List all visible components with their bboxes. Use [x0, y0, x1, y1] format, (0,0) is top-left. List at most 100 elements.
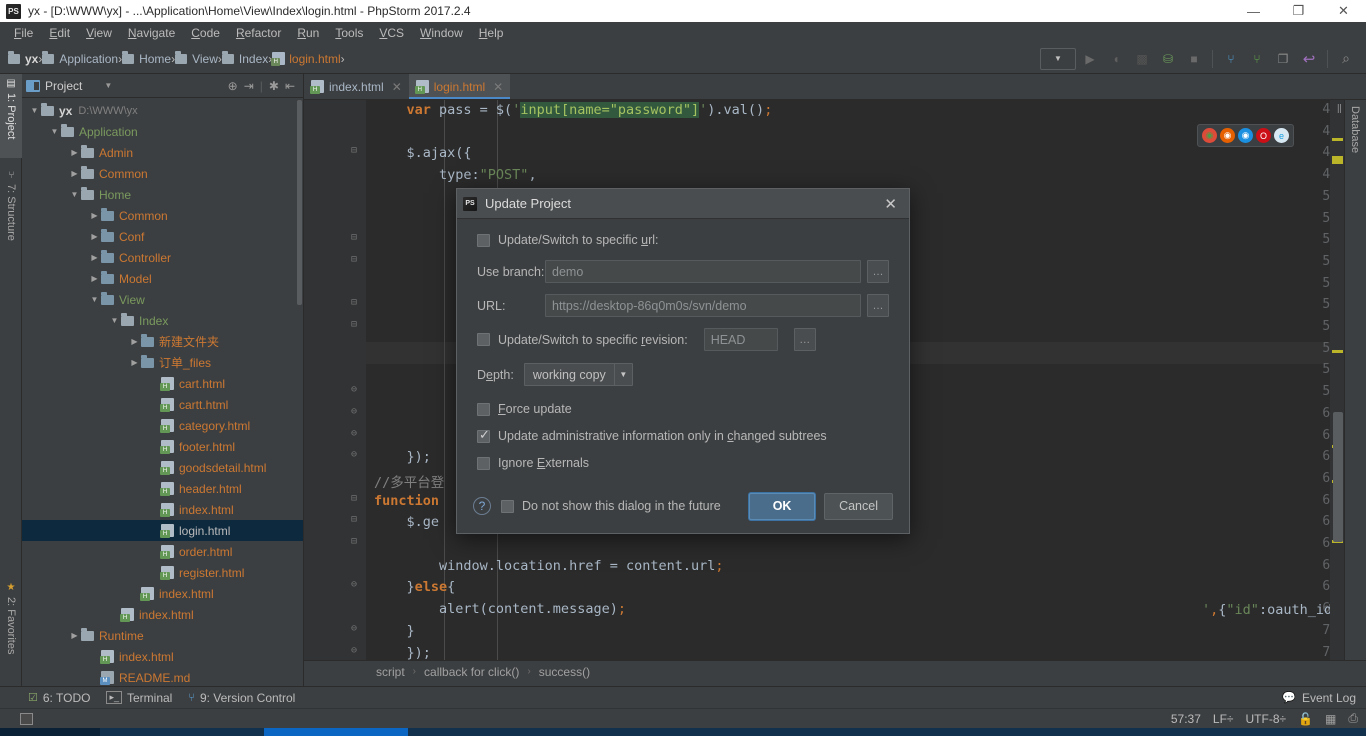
code-fold-icon[interactable]: ⊖: [348, 384, 360, 395]
menu-window[interactable]: Window: [412, 24, 471, 42]
code-fold-icon[interactable]: ⊖: [348, 449, 360, 460]
checkbox-admin-info[interactable]: [477, 427, 490, 443]
tree-row[interactable]: ▶ Common: [22, 205, 303, 226]
code-fold-icon[interactable]: ⊟: [348, 319, 360, 330]
tree-row[interactable]: cart.html: [22, 373, 303, 394]
revision-input[interactable]: HEAD: [703, 328, 778, 351]
inspection-icon[interactable]: ⎙: [1348, 711, 1358, 726]
code-fold-icon[interactable]: ⊟: [348, 493, 360, 504]
menu-code[interactable]: Code: [183, 24, 228, 42]
file-encoding[interactable]: UTF-8÷: [1246, 712, 1287, 726]
chevron-down-icon[interactable]: ▼: [88, 295, 101, 304]
breadcrumb-item-login.html[interactable]: login.html: [271, 52, 341, 66]
tree-row[interactable]: index.html: [22, 646, 303, 667]
tree-row[interactable]: order.html: [22, 541, 303, 562]
code-fold-icon[interactable]: ⊖: [348, 623, 360, 634]
tree-row[interactable]: category.html: [22, 415, 303, 436]
editor-gutter[interactable]: [304, 100, 366, 660]
tree-row[interactable]: ▶ Controller: [22, 247, 303, 268]
checkbox-ignore-externals[interactable]: [477, 456, 490, 470]
coverage-button[interactable]: ▩: [1130, 48, 1154, 70]
vcs-update-button[interactable]: ⑂: [1219, 48, 1243, 70]
tree-row[interactable]: ▶ Model: [22, 268, 303, 289]
tree-row[interactable]: goodsdetail.html: [22, 457, 303, 478]
gear-icon[interactable]: ✱: [269, 79, 279, 93]
code-fold-icon[interactable]: ⊟: [348, 536, 360, 547]
tree-row[interactable]: ▶ 订单_files: [22, 352, 303, 373]
chevron-right-icon[interactable]: ▶: [88, 274, 101, 283]
tree-row[interactable]: ▼ Application: [22, 121, 303, 142]
checkbox-row-update-url[interactable]: Update/Switch to specific url:: [477, 233, 889, 247]
tree-row[interactable]: cartt.html: [22, 394, 303, 415]
code-fold-icon[interactable]: ⊖: [348, 579, 360, 590]
sidebar-item-project[interactable]: ▤ 1: Project: [0, 74, 22, 158]
chevron-right-icon[interactable]: ▶: [128, 358, 141, 367]
chevron-right-icon[interactable]: ▶: [88, 232, 101, 241]
help-icon[interactable]: ?: [473, 497, 491, 515]
tree-row[interactable]: index.html: [22, 583, 303, 604]
breadcrumb-item-Home[interactable]: Home: [122, 50, 171, 66]
chevron-down-icon[interactable]: ▼: [104, 81, 112, 90]
checkbox-row-externals[interactable]: Ignore Externals: [477, 456, 889, 470]
tree-row[interactable]: ▼ Home: [22, 184, 303, 205]
tool-window-todo[interactable]: ☑ 6: TODO: [28, 691, 90, 705]
breadcrumb-item-yx[interactable]: yx: [8, 50, 38, 66]
sidebar-item-structure[interactable]: ⑂ 7: Structure: [0, 166, 22, 262]
menu-edit[interactable]: Edit: [41, 24, 78, 42]
grid-icon[interactable]: ▦: [1325, 712, 1336, 726]
editor-breadcrumb-item[interactable]: success(): [539, 665, 590, 679]
code-fold-icon[interactable]: ⊟: [348, 514, 360, 525]
menu-navigate[interactable]: Navigate: [120, 24, 183, 42]
lock-icon[interactable]: 🔓: [1298, 712, 1313, 726]
code-fold-icon[interactable]: ⊟: [348, 254, 360, 265]
chevron-right-icon[interactable]: ▶: [68, 169, 81, 178]
menu-help[interactable]: Help: [471, 24, 512, 42]
tree-row[interactable]: ▶ 新建文件夹: [22, 331, 303, 352]
browser-preview-bar[interactable]: ◉ ◉ ◉ Oe: [1197, 124, 1294, 147]
chevron-right-icon[interactable]: ▶: [68, 148, 81, 157]
minimize-button[interactable]: —: [1231, 0, 1276, 22]
ok-button[interactable]: OK: [749, 492, 816, 520]
breadcrumb-item-View[interactable]: View: [175, 50, 218, 66]
run-configuration-selector[interactable]: ▼: [1040, 47, 1076, 70]
editor-breadcrumb-item[interactable]: callback for click(): [424, 665, 519, 679]
menu-vcs[interactable]: VCS: [371, 24, 412, 42]
code-fold-icon[interactable]: ⊟: [348, 297, 360, 308]
vcs-commit-button[interactable]: ⑂: [1245, 48, 1269, 70]
checkbox-row-force[interactable]: Force update: [477, 402, 889, 416]
menu-run[interactable]: Run: [289, 24, 327, 42]
depth-select[interactable]: working copy ▼: [523, 363, 633, 386]
caret-position[interactable]: 57:37: [1171, 712, 1201, 726]
menu-view[interactable]: View: [78, 24, 120, 42]
maximize-button[interactable]: ❐: [1276, 0, 1321, 22]
menu-tools[interactable]: Tools: [327, 24, 371, 42]
run-button[interactable]: ▶: [1078, 48, 1102, 70]
checkbox-row-revision[interactable]: Update/Switch to specific revision: HEAD…: [477, 328, 889, 351]
checkbox-force-update[interactable]: [477, 402, 490, 416]
chevron-down-icon[interactable]: ▼: [48, 127, 61, 136]
breadcrumb-item-Application[interactable]: Application: [42, 50, 118, 66]
chevron-down-icon[interactable]: ▼: [108, 316, 121, 325]
sidebar-item-favorites[interactable]: ★ 2: Favorites: [0, 578, 22, 682]
tree-row[interactable]: footer.html: [22, 436, 303, 457]
stop-button[interactable]: ■: [1182, 48, 1206, 70]
branch-browse-button[interactable]: …: [867, 260, 889, 283]
collapse-all-icon[interactable]: ⇥: [244, 79, 254, 93]
close-icon[interactable]: ✕: [392, 80, 402, 94]
tree-row[interactable]: header.html: [22, 478, 303, 499]
search-icon[interactable]: ⌕: [1334, 48, 1358, 70]
tree-row-selected[interactable]: login.html: [22, 520, 303, 541]
editor-tab-login.html[interactable]: login.html ✕: [408, 74, 511, 99]
target-icon[interactable]: ⊕: [228, 79, 238, 93]
profile-button[interactable]: ⛁: [1156, 48, 1180, 70]
chrome-icon[interactable]: ◉: [1202, 128, 1217, 143]
tree-row[interactable]: register.html: [22, 562, 303, 583]
branch-input[interactable]: demo: [545, 260, 861, 283]
tool-window-version-control[interactable]: ⑂ 9: Version Control: [188, 691, 295, 705]
line-separator[interactable]: LF÷: [1213, 712, 1234, 726]
dialog-close-icon[interactable]: ✕: [878, 195, 903, 213]
tree-row[interactable]: index.html: [22, 604, 303, 625]
marker-bar[interactable]: ‖: [1330, 100, 1344, 660]
code-fold-icon[interactable]: ⊖: [348, 428, 360, 439]
project-tree[interactable]: ▼ yx D:\WWW\yx ▼ Application ▶ Admin ▶ Common ▼ Ho…: [22, 98, 303, 686]
